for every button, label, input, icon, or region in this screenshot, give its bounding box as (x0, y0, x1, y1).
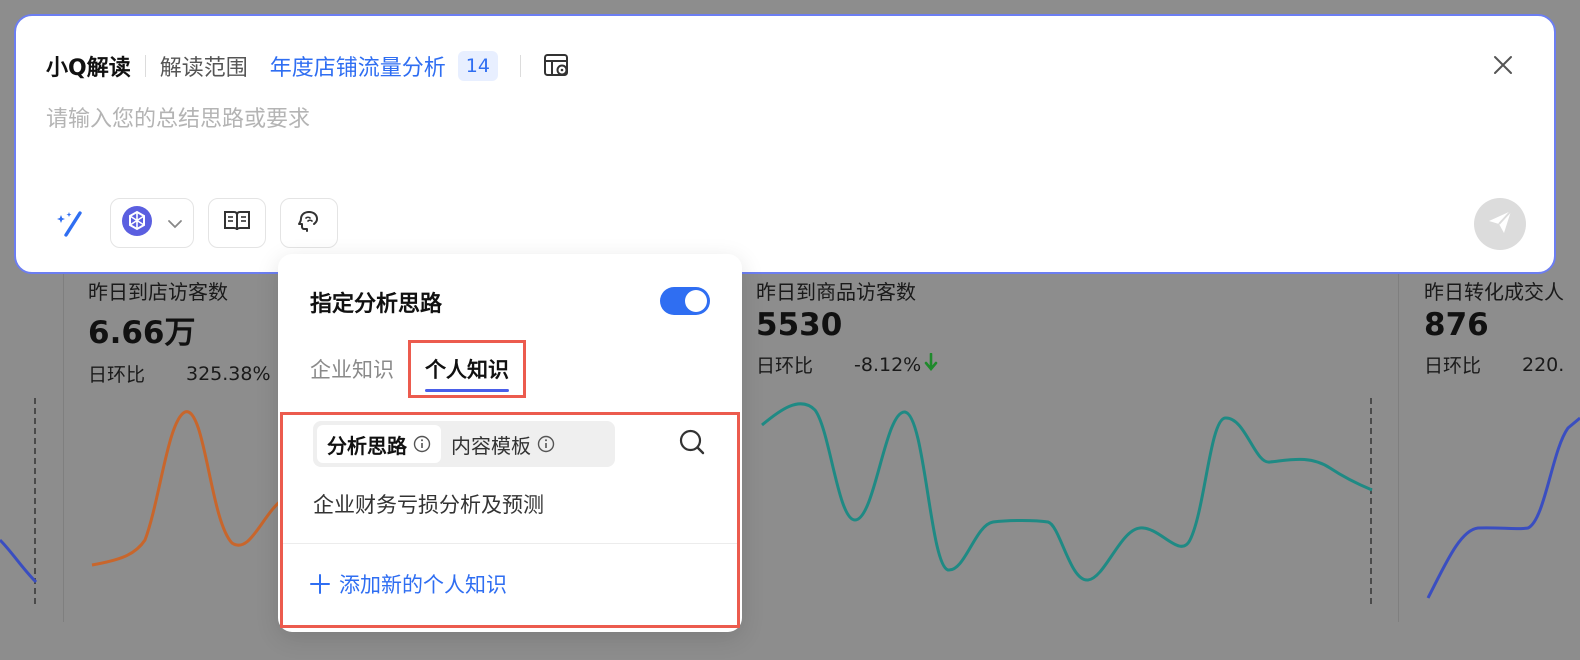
segment-label: 内容模板 (451, 433, 531, 458)
info-icon[interactable] (537, 435, 555, 453)
change-label: 日环比 (1424, 355, 1482, 377)
prompt-input[interactable] (46, 100, 1446, 138)
plus-icon (309, 573, 331, 595)
arrow-down-icon (924, 352, 938, 376)
segment-label: 分析思路 (327, 433, 407, 458)
prompt-toolbar (52, 198, 352, 248)
analysis-idea-button[interactable] (280, 198, 338, 248)
metric-conversions: 昨日转化成交人 876 日环比 220. (1424, 276, 1564, 378)
list-divider (283, 543, 737, 544)
toggle-knob (685, 290, 707, 312)
scope-label: 解读范围 (159, 56, 248, 81)
send-icon (1486, 208, 1514, 240)
change-value: 325.38% (186, 362, 271, 385)
analysis-idea-toggle[interactable] (660, 287, 710, 315)
metric-label: 昨日到店访客数 (88, 280, 228, 304)
add-label: 添加新的个人知识 (339, 573, 507, 597)
search-icon[interactable] (677, 427, 707, 457)
segment-analysis-idea[interactable]: 分析思路 (317, 425, 441, 463)
change-label: 日环比 (756, 355, 814, 377)
metric-label: 昨日转化成交人 (1424, 280, 1564, 304)
metric-label: 昨日到商品访客数 (756, 280, 916, 304)
brand-title: 小Q解读 (46, 56, 131, 81)
segment-content-template[interactable]: 内容模板 (441, 425, 565, 463)
scope-count-badge: 14 (457, 51, 498, 81)
tab-enterprise-knowledge[interactable]: 企业知识 (310, 354, 394, 384)
header-separator (144, 55, 146, 77)
metric-change: 日环比 220. (1424, 351, 1564, 378)
chevron-down-icon (167, 214, 183, 233)
add-personal-knowledge-button[interactable]: 添加新的个人知识 (309, 569, 507, 599)
analysis-idea-popover: 指定分析思路 企业知识 个人知识 分析思路 内容模板 企业财务亏损分析及预测 添… (278, 254, 742, 632)
sparkline-left-edge (0, 538, 38, 584)
metric-store-visitors: 昨日到店访客数 6.66万 日环比 325.38% (88, 276, 271, 387)
send-button[interactable] (1474, 198, 1526, 250)
change-value: 220. (1522, 353, 1565, 376)
sparkline-store-visitors (91, 410, 283, 567)
change-label: 日环比 (88, 364, 146, 386)
metric-product-visitors: 昨日到商品访客数 5530 日环比 -8.12% (756, 276, 938, 378)
sparkline-conversions (1426, 416, 1580, 599)
ai-prompt-card: 小Q解读 解读范围 年度店铺流量分析 14 (14, 14, 1556, 274)
metric-change: 日环比 325.38% (88, 360, 271, 387)
knowledge-tabs: 企业知识 个人知识 (310, 340, 526, 398)
magic-wand-icon[interactable] (52, 205, 88, 241)
popover-title: 指定分析思路 (310, 292, 443, 317)
personal-knowledge-panel: 分析思路 内容模板 企业财务亏损分析及预测 添加新的个人知识 (280, 412, 740, 628)
change-value: -8.12% (854, 353, 922, 376)
book-icon (223, 209, 251, 237)
highlight-box-personal-tab: 个人知识 (408, 340, 526, 398)
header-separator (519, 55, 521, 77)
table-settings-icon[interactable] (543, 53, 571, 79)
metric-value: 5530 (756, 307, 843, 343)
scope-link[interactable]: 年度店铺流量分析 (270, 50, 446, 82)
model-select-button[interactable] (110, 198, 194, 248)
model-logo-icon (121, 205, 153, 241)
segment-switch: 分析思路 内容模板 (313, 421, 615, 467)
info-icon[interactable] (413, 435, 431, 453)
close-icon[interactable] (1492, 54, 1514, 76)
sparkline-product-visitors (761, 402, 1373, 582)
metric-value: 6.66万 (88, 315, 196, 351)
card-header: 小Q解读 解读范围 年度店铺流量分析 14 (46, 50, 571, 82)
metric-change: 日环比 -8.12% (756, 351, 938, 378)
list-item[interactable]: 企业财务亏损分析及预测 (313, 489, 544, 519)
brain-chat-icon (296, 209, 322, 237)
tab-personal-knowledge[interactable]: 个人知识 (425, 354, 509, 392)
metric-value: 876 (1424, 307, 1489, 343)
knowledge-book-button[interactable] (208, 198, 266, 248)
